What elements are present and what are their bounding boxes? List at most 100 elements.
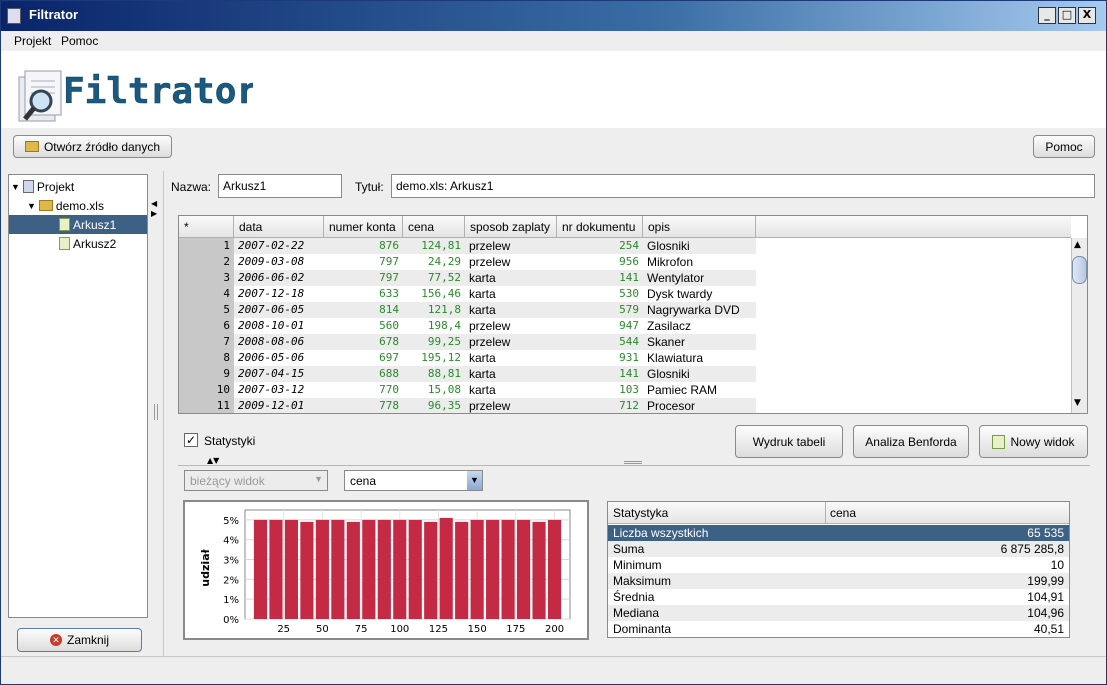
cell-payment[interactable]: przelew bbox=[465, 254, 557, 270]
column-header[interactable]: nr dokumentu bbox=[557, 216, 643, 238]
cell-description[interactable]: Wentylator bbox=[643, 270, 756, 286]
stats-row[interactable]: Maksimum 199,99 bbox=[608, 573, 1069, 589]
table-row[interactable]: 7 2008-08-06 678 99,25 przelew 544 Skaner bbox=[179, 334, 756, 350]
table-row[interactable]: 8 2006-05-06 697 195,12 karta 931 Klawiatura bbox=[179, 350, 756, 366]
data-table[interactable]: * data numer konta cena sposob zaplaty nr dok… bbox=[178, 215, 1088, 414]
row-number[interactable]: 3 bbox=[179, 270, 234, 286]
table-row[interactable]: 2 2009-03-08 797 24,29 przelew 956 Mikrofon bbox=[179, 254, 756, 270]
row-number[interactable]: 4 bbox=[179, 286, 234, 302]
cell-document[interactable]: 579 bbox=[557, 302, 643, 318]
close-window-button[interactable]: X bbox=[1078, 7, 1096, 24]
column-header[interactable]: sposob zaplaty bbox=[465, 216, 557, 238]
cell-date[interactable]: 2008-10-01 bbox=[234, 318, 324, 334]
cell-date[interactable]: 2007-12-18 bbox=[234, 286, 324, 302]
cell-date[interactable]: 2009-03-08 bbox=[234, 254, 324, 270]
tree-file[interactable]: ▼ demo.xls bbox=[27, 196, 147, 215]
stats-row[interactable]: Średnia 104,91 bbox=[608, 589, 1069, 605]
cell-price[interactable]: 198,4 bbox=[403, 318, 465, 334]
table-row[interactable]: 5 2007-06-05 814 121,8 karta 579 Nagrywarka DV… bbox=[179, 302, 756, 318]
cell-account[interactable]: 814 bbox=[324, 302, 403, 318]
cell-payment[interactable]: karta bbox=[465, 270, 557, 286]
cell-account[interactable]: 770 bbox=[324, 382, 403, 398]
row-number[interactable]: 1 bbox=[179, 238, 234, 254]
row-number[interactable]: 7 bbox=[179, 334, 234, 350]
cell-document[interactable]: 530 bbox=[557, 286, 643, 302]
split-grip[interactable] bbox=[624, 461, 642, 464]
column-header[interactable]: * bbox=[179, 216, 234, 238]
cell-document[interactable]: 947 bbox=[557, 318, 643, 334]
cell-date[interactable]: 2009-12-01 bbox=[234, 398, 324, 413]
cell-payment[interactable]: karta bbox=[465, 286, 557, 302]
statistics-table[interactable]: Statystyka cena Liczba wszystkich 65 535 S… bbox=[607, 501, 1070, 638]
cell-price[interactable]: 124,81 bbox=[403, 238, 465, 254]
split-arrows[interactable]: ▲▼ bbox=[207, 457, 219, 465]
cell-date[interactable]: 2007-04-15 bbox=[234, 366, 324, 382]
split-divider[interactable] bbox=[178, 465, 1090, 466]
table-scrollbar[interactable]: ▲ ▼ bbox=[1071, 238, 1087, 413]
cell-account[interactable]: 697 bbox=[324, 350, 403, 366]
cell-description[interactable]: Nagrywarka DVD bbox=[643, 302, 756, 318]
cell-price[interactable]: 99,25 bbox=[403, 334, 465, 350]
cell-payment[interactable]: karta bbox=[465, 350, 557, 366]
cell-document[interactable]: 103 bbox=[557, 382, 643, 398]
cell-price[interactable]: 88,81 bbox=[403, 366, 465, 382]
cell-price[interactable]: 77,52 bbox=[403, 270, 465, 286]
table-row[interactable]: 10 2007-03-12 770 15,08 karta 103 Pamiec RAM bbox=[179, 382, 756, 398]
cell-account[interactable]: 876 bbox=[324, 238, 403, 254]
cell-date[interactable]: 2007-02-22 bbox=[234, 238, 324, 254]
stats-row[interactable]: Minimum 10 bbox=[608, 557, 1069, 573]
cell-account[interactable]: 633 bbox=[324, 286, 403, 302]
scroll-up-icon[interactable]: ▲ bbox=[1074, 240, 1081, 250]
cell-description[interactable]: Pamiec RAM bbox=[643, 382, 756, 398]
row-number[interactable]: 11 bbox=[179, 398, 234, 413]
splitter-grip[interactable] bbox=[154, 404, 158, 420]
row-number[interactable]: 9 bbox=[179, 366, 234, 382]
cell-description[interactable]: Klawiatura bbox=[643, 350, 756, 366]
cell-date[interactable]: 2007-03-12 bbox=[234, 382, 324, 398]
column-header[interactable]: data bbox=[234, 216, 324, 238]
cell-description[interactable]: Zasilacz bbox=[643, 318, 756, 334]
benford-analysis-button[interactable]: Analiza Benforda bbox=[853, 425, 969, 458]
name-field[interactable]: Arkusz1 bbox=[218, 174, 342, 198]
stats-row[interactable]: Dominanta 40,51 bbox=[608, 621, 1069, 637]
row-number[interactable]: 10 bbox=[179, 382, 234, 398]
cell-description[interactable]: Dysk twardy bbox=[643, 286, 756, 302]
table-row[interactable]: 11 2009-12-01 778 96,35 przelew 712 Procesor bbox=[179, 398, 756, 413]
tree-sheet-arkusz1[interactable]: Arkusz1 bbox=[9, 215, 147, 234]
cell-account[interactable]: 797 bbox=[324, 254, 403, 270]
scroll-down-icon[interactable]: ▼ bbox=[1074, 398, 1081, 408]
cell-document[interactable]: 141 bbox=[557, 366, 643, 382]
cell-document[interactable]: 931 bbox=[557, 350, 643, 366]
open-data-source-button[interactable]: Otwórz źródło danych bbox=[13, 135, 172, 158]
cell-document[interactable]: 544 bbox=[557, 334, 643, 350]
row-number[interactable]: 6 bbox=[179, 318, 234, 334]
tree-sheet-arkusz2[interactable]: Arkusz2 bbox=[9, 234, 147, 253]
new-view-button[interactable]: Nowy widok bbox=[979, 425, 1088, 458]
stats-row[interactable]: Liczba wszystkich 65 535 bbox=[608, 525, 1069, 541]
cell-description[interactable]: Glosniki bbox=[643, 366, 756, 382]
view-select[interactable]: bieżący widok ▼ bbox=[184, 470, 328, 491]
scroll-thumb[interactable] bbox=[1072, 256, 1087, 284]
help-button[interactable]: Pomoc bbox=[1033, 135, 1095, 158]
expand-toggle-icon[interactable]: ▼ bbox=[27, 201, 36, 211]
table-row[interactable]: 6 2008-10-01 560 198,4 przelew 947 Zasilacz bbox=[179, 318, 756, 334]
cell-description[interactable]: Mikrofon bbox=[643, 254, 756, 270]
cell-account[interactable]: 797 bbox=[324, 270, 403, 286]
menu-projekt[interactable]: Projekt bbox=[14, 34, 51, 48]
cell-date[interactable]: 2006-05-06 bbox=[234, 350, 324, 366]
cell-document[interactable]: 254 bbox=[557, 238, 643, 254]
row-number[interactable]: 2 bbox=[179, 254, 234, 270]
column-header[interactable]: numer konta bbox=[324, 216, 403, 238]
close-button[interactable]: ✕ Zamknij bbox=[17, 628, 142, 652]
cell-payment[interactable]: przelew bbox=[465, 238, 557, 254]
cell-price[interactable]: 96,35 bbox=[403, 398, 465, 413]
stats-row[interactable]: Mediana 104,96 bbox=[608, 605, 1069, 621]
cell-payment[interactable]: karta bbox=[465, 382, 557, 398]
cell-price[interactable]: 156,46 bbox=[403, 286, 465, 302]
row-number[interactable]: 8 bbox=[179, 350, 234, 366]
cell-account[interactable]: 778 bbox=[324, 398, 403, 413]
cell-price[interactable]: 121,8 bbox=[403, 302, 465, 318]
cell-document[interactable]: 141 bbox=[557, 270, 643, 286]
splitter-arrows[interactable]: ◀ ▶ bbox=[151, 199, 157, 219]
cell-payment[interactable]: przelew bbox=[465, 318, 557, 334]
